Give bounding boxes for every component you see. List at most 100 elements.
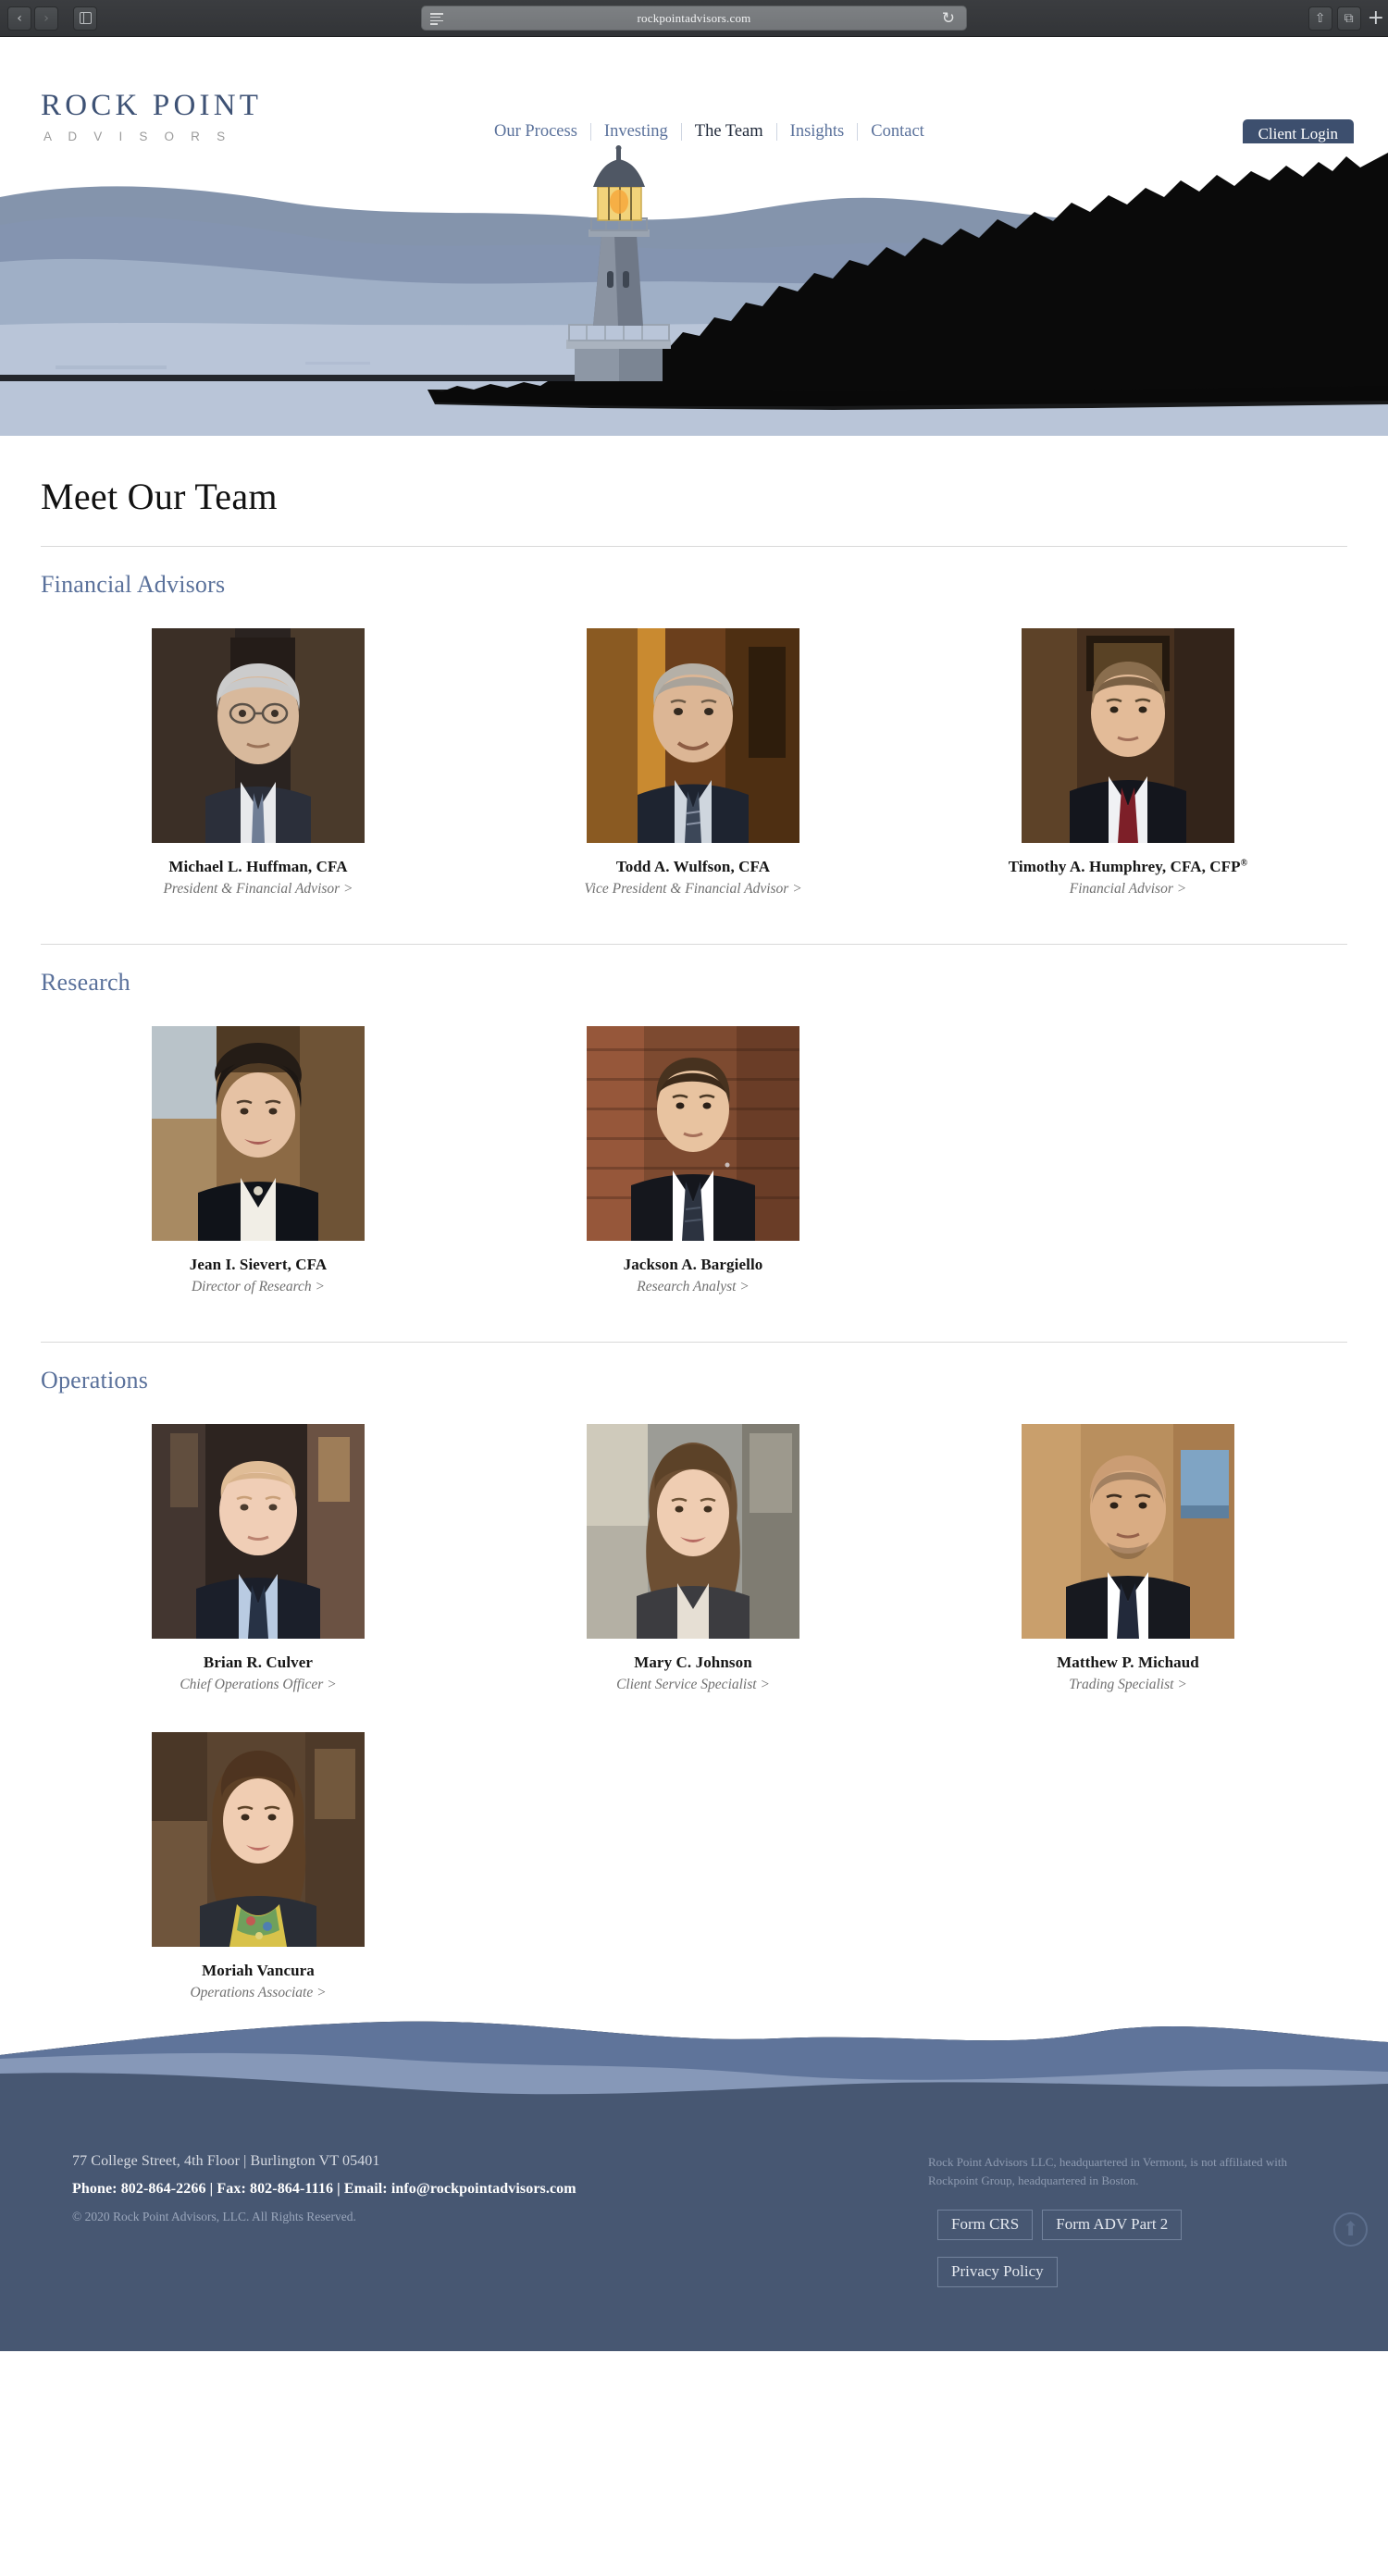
portrait-humphrey [1022,628,1234,843]
privacy-policy-button[interactable]: Privacy Policy [937,2257,1058,2287]
form-adv-part-2-button[interactable]: Form ADV Part 2 [1042,2210,1183,2240]
nav-item-investing[interactable]: Investing [591,122,681,142]
team-card-empty [476,1732,911,2001]
team-member-name: Timothy A. Humphrey, CFA, CFP® [1009,858,1247,876]
portrait-michaud [1022,1424,1234,1639]
team-card-empty [911,1732,1345,2001]
team-card[interactable]: Todd A. Wulfson, CFA Vice President & Fi… [476,628,911,898]
footer-disclaimer: Rock Point Advisors LLC, headquartered i… [928,2155,1288,2188]
nav-item-our-process[interactable]: Our Process [481,122,590,142]
share-icon: ⇧ [1314,10,1326,26]
portrait-image [152,1424,365,1639]
portrait-image [587,1424,799,1639]
team-member-role[interactable]: Trading Specialist > [1069,1677,1187,1693]
portrait-image [587,628,799,843]
browser-right-buttons: ⇧ ⧉ + [1307,6,1384,31]
section-heading-financial-advisors: Financial Advisors [41,571,226,598]
team-member-role[interactable]: President & Financial Advisor > [163,881,353,898]
logo-tagline: A D V I S O R S [43,130,232,143]
site-header: ROCK POINT A D V I S O R S Our Process I… [0,37,1388,150]
team-member-name: Jean I. Sievert, CFA [189,1256,328,1273]
team-grid-research: Jean I. Sievert, CFA Director of Researc… [41,1026,1345,1295]
registered-trademark-icon: ® [1240,858,1248,869]
team-member-name: Moriah Vancura [202,1962,315,1979]
nav-item-the-team[interactable]: The Team [682,122,776,142]
forward-button[interactable]: › [34,6,58,31]
reload-icon[interactable]: ↻ [942,9,955,28]
team-member-name: Brian R. Culver [203,1653,314,1671]
team-card[interactable]: Jackson A. Bargiello Research Analyst > [476,1026,911,1295]
team-member-role[interactable]: Financial Advisor > [1070,881,1186,898]
lighthouse-illustration [0,143,1388,436]
back-icon: ‹ [17,10,22,26]
section-research: Research Jean I. Sievert, CFA Director o… [41,945,1347,1295]
portrait-vancura [152,1732,365,1947]
portrait-huffman [152,628,365,843]
portrait-image [152,628,365,843]
main-navigation: Our Process Investing The Team Insights … [481,122,937,142]
sidebar-toggle-button[interactable] [73,6,97,31]
team-card[interactable]: Michael L. Huffman, CFA President & Fina… [41,628,476,898]
nav-item-insights[interactable]: Insights [777,122,858,142]
section-financial-advisors: Financial Advisors Michael L. Huffman, C… [41,547,1347,898]
team-member-name: Matthew P. Michaud [1057,1653,1199,1671]
section-operations: Operations Brian R. Culver Chief Operati… [41,1343,1347,2001]
tabs-button[interactable]: ⧉ [1336,6,1361,31]
footer-body: 77 College Street, 4th Floor | Burlingto… [0,2122,1388,2351]
site-footer: 77 College Street, 4th Floor | Burlingto… [0,2001,1388,2351]
team-member-role[interactable]: Director of Research > [192,1279,325,1295]
forward-icon: › [43,10,49,26]
portrait-image [587,1026,799,1241]
team-member-role[interactable]: Vice President & Financial Advisor > [584,881,801,898]
main-content: Meet Our Team Financial Advisors Michael… [0,436,1388,2001]
team-card[interactable]: Matthew P. Michaud Trading Specialist > [911,1424,1345,1693]
scroll-to-top-button[interactable]: ⬆ [1333,2212,1368,2247]
browser-toolbar: ‹ › rockpointadvisors.com ↻ ⇧ ⧉ + [0,0,1388,37]
footer-links-row2: Privacy Policy [937,2257,1058,2287]
team-member-role[interactable]: Research Analyst > [637,1279,750,1295]
logo-wordmark: ROCK POINT [41,89,263,122]
footer-links-row1: Form CRS Form ADV Part 2 [937,2210,1307,2240]
team-member-role[interactable]: Operations Associate > [190,1985,326,2001]
team-card[interactable]: Brian R. Culver Chief Operations Officer… [41,1424,476,1693]
arrow-up-icon: ⬆ [1342,2218,1359,2240]
back-button[interactable]: ‹ [7,6,31,31]
footer-wave-graphic [0,2001,1388,2122]
form-crs-button[interactable]: Form CRS [937,2210,1034,2240]
tabs-icon: ⧉ [1344,10,1354,26]
team-card[interactable]: Timothy A. Humphrey, CFA, CFP® Financial… [911,628,1345,898]
nav-item-contact[interactable]: Contact [858,122,937,142]
site-logo[interactable]: ROCK POINT A D V I S O R S [41,89,263,144]
team-card-empty [911,1026,1345,1295]
portrait-culver [152,1424,365,1639]
team-member-name: Todd A. Wulfson, CFA [615,858,771,875]
team-member-name: Mary C. Johnson [634,1653,752,1671]
hero-banner [0,143,1388,436]
section-heading-operations: Operations [41,1367,149,1393]
team-grid-operations: Brian R. Culver Chief Operations Officer… [41,1424,1345,1693]
portrait-bargiello [587,1026,799,1241]
portrait-image [1022,1424,1234,1639]
team-member-name: Michael L. Huffman, CFA [168,858,348,875]
team-member-name-text: Timothy A. Humphrey, CFA, CFP [1008,858,1241,875]
share-button[interactable]: ⇧ [1307,6,1332,31]
portrait-sievert [152,1026,365,1241]
reader-view-icon[interactable] [430,13,443,25]
address-bar[interactable]: rockpointadvisors.com ↻ [421,6,967,31]
portrait-image [1022,628,1234,843]
sidebar-icon [79,12,92,24]
portrait-wulfson [587,628,799,843]
team-member-role[interactable]: Client Service Specialist > [616,1677,770,1693]
page-title: Meet Our Team [41,476,278,517]
team-member-name: Jackson A. Bargiello [623,1256,763,1273]
new-tab-button[interactable]: + [1368,7,1384,29]
team-grid-financial-advisors: Michael L. Huffman, CFA President & Fina… [41,628,1345,898]
browser-nav-buttons: ‹ › [7,6,58,31]
team-grid-operations-row2: Moriah Vancura Operations Associate > [41,1732,1345,2001]
team-card[interactable]: Jean I. Sievert, CFA Director of Researc… [41,1026,476,1295]
team-member-role[interactable]: Chief Operations Officer > [180,1677,336,1693]
team-card[interactable]: Moriah Vancura Operations Associate > [41,1732,476,2001]
portrait-image [152,1732,365,1947]
team-card[interactable]: Mary C. Johnson Client Service Specialis… [476,1424,911,1693]
portrait-johnson [587,1424,799,1639]
